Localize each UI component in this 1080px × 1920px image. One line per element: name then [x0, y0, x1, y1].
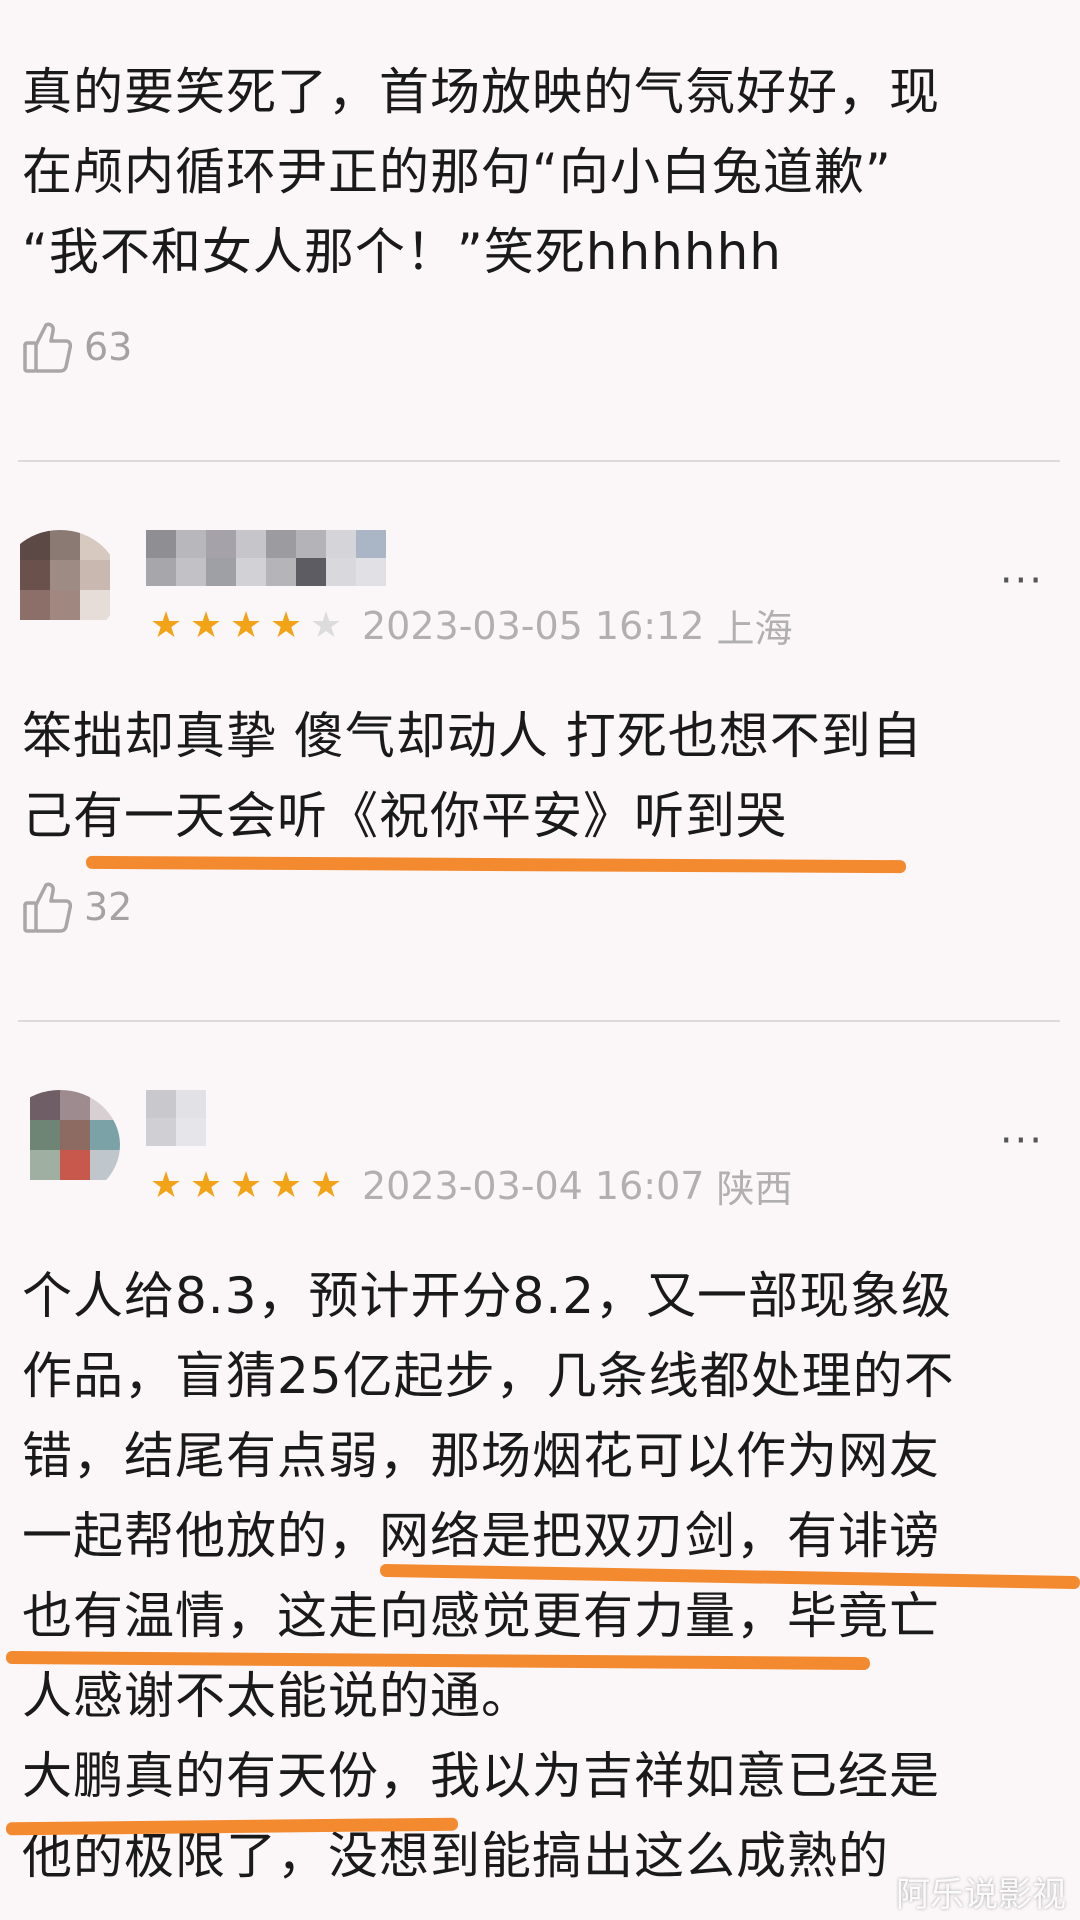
comment-date: 2023-03-05 16:12: [362, 603, 705, 648]
star-rating: ★ ★ ★ ★ ★: [146, 604, 346, 646]
divider: [18, 1020, 1060, 1022]
comment-line: 己有一天会听《祝你平安》听到哭: [22, 787, 787, 845]
comment-line: 笨拙却真挚 傻气却动人 打死也想不到自: [22, 707, 923, 765]
comment-3-header: ★ ★ ★ ★ ★ 2023-03-04 16:07 陕西 ···: [0, 1090, 1080, 1213]
star-icon: ★: [309, 1164, 343, 1206]
like-count: 32: [84, 885, 133, 929]
comment-meta: ★ ★ ★ ★ ★ 2023-03-05 16:12 上海: [146, 598, 793, 653]
comment-2-header: ★ ★ ★ ★ ★ 2023-03-05 16:12 上海 ···: [0, 530, 1080, 653]
watermark: 阿乐说影视: [896, 1875, 1066, 1915]
star-icon: ★: [149, 1164, 183, 1206]
thumbs-up-icon: [23, 322, 72, 373]
comment-location: 上海: [716, 607, 793, 651]
comment-line: 在颅内循环尹正的那句“向小白兔道歉”: [22, 143, 892, 201]
star-icon: ★: [269, 604, 303, 646]
comment-line: 作品，盲猜25亿起步，几条线都处理的不: [22, 1347, 955, 1405]
more-options-icon[interactable]: ···: [1000, 1118, 1044, 1164]
highlight-underline: [85, 855, 907, 874]
like-button[interactable]: 32: [0, 872, 132, 942]
comment-location: 陕西: [716, 1167, 793, 1211]
comment-line: 一起帮他放的，网络是把双刃剑，有诽谤: [22, 1507, 940, 1565]
comment-2-text: 笨拙却真挚 傻气却动人 打死也想不到自 己有一天会听《祝你平安》听到哭: [0, 696, 945, 856]
like-button[interactable]: 63: [0, 312, 132, 382]
comment-line: 个人给8.3，预计开分8.2，又一部现象级: [22, 1267, 953, 1325]
star-icon: ★: [229, 1164, 263, 1206]
divider: [18, 460, 1060, 462]
comment-meta: ★ ★ ★ ★ ★ 2023-03-04 16:07 陕西: [146, 1158, 793, 1213]
like-count: 63: [84, 325, 133, 369]
thumbs-up-icon: [23, 882, 72, 933]
more-options-icon[interactable]: ···: [1000, 558, 1044, 604]
comment-1-text: 真的要笑死了，首场放映的气氛好好，现 在颅内循环尹正的那句“向小白兔道歉” “我…: [0, 52, 962, 292]
avatar[interactable]: [0, 530, 120, 640]
comment-line: 错，结尾有点弱，那场烟花可以作为网友: [22, 1427, 940, 1485]
star-empty-icon: ★: [309, 604, 343, 646]
avatar[interactable]: [0, 1090, 120, 1200]
star-icon: ★: [229, 604, 263, 646]
comment-date: 2023-03-04 16:07: [362, 1163, 705, 1208]
comment-line: 也有温情，这走向感觉更有力量，毕竟亡: [22, 1587, 940, 1645]
star-icon: ★: [269, 1164, 303, 1206]
comment-line: “我不和女人那个！”笑死hhhhhh: [22, 223, 782, 281]
comment-line: 大鹏真的有天份，我以为吉祥如意已经是: [22, 1747, 940, 1805]
star-icon: ★: [149, 604, 183, 646]
star-rating: ★ ★ ★ ★ ★: [146, 1164, 346, 1206]
star-icon: ★: [189, 1164, 223, 1206]
comment-line: 真的要笑死了，首场放映的气氛好好，现: [22, 63, 940, 121]
star-icon: ★: [189, 604, 223, 646]
